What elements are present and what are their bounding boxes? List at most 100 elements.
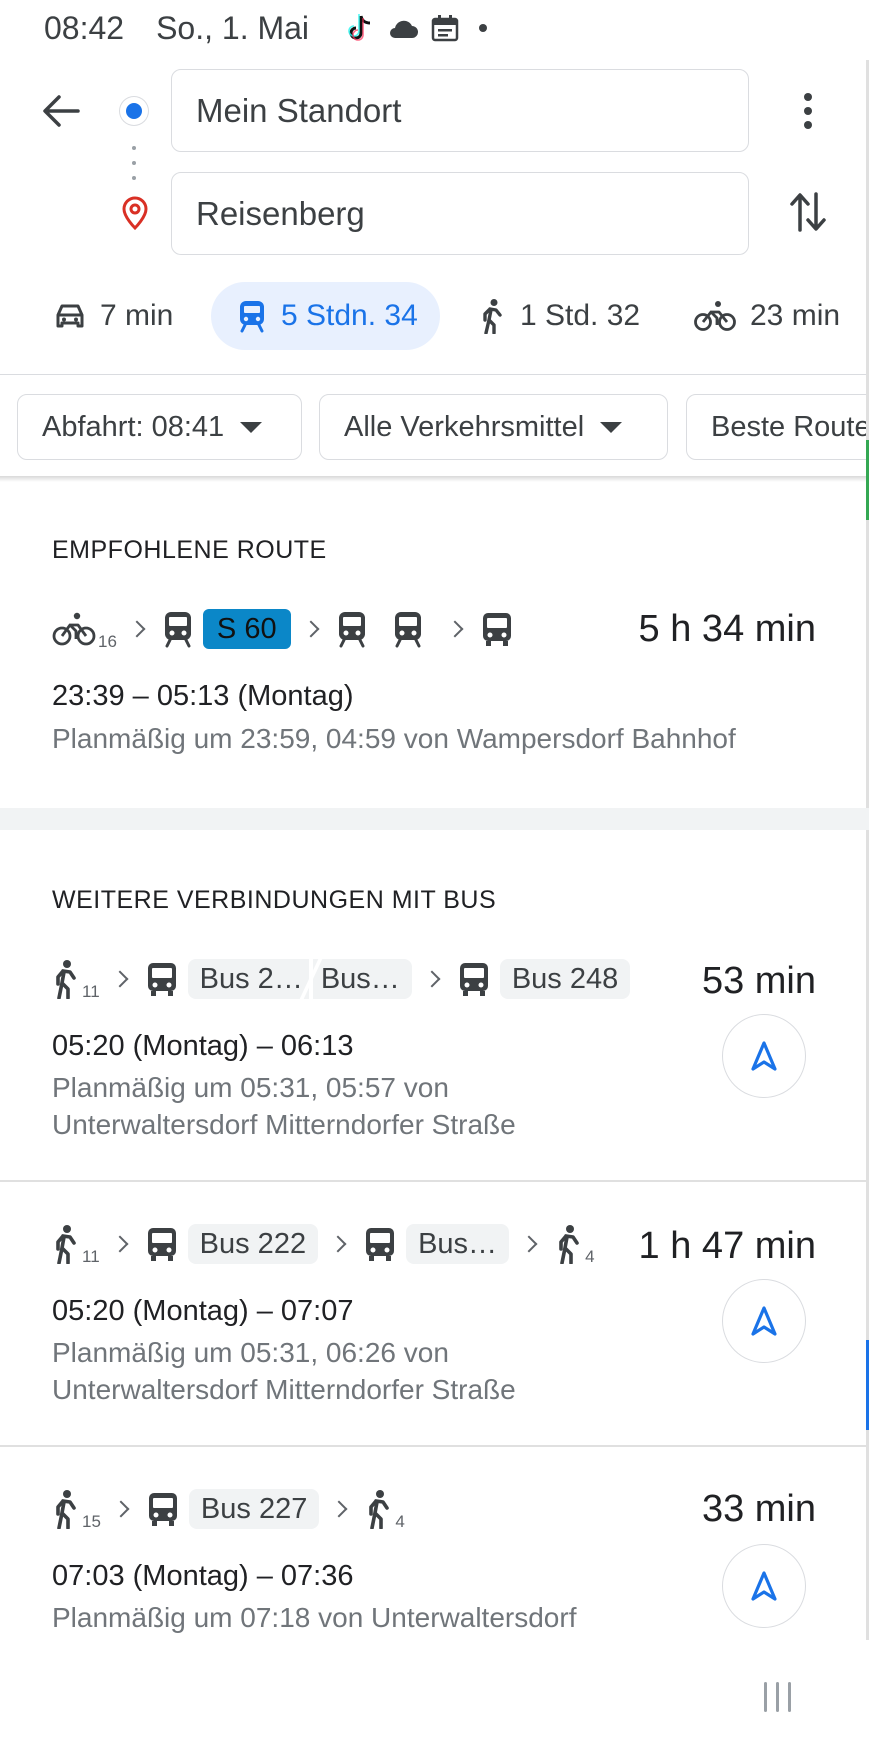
calendar-icon	[431, 15, 459, 42]
tab-bike[interactable]: 23 min	[694, 282, 840, 350]
walk-icon	[56, 1225, 76, 1264]
chevron-right-icon	[112, 1500, 130, 1518]
recommended-route[interactable]: 16 S 60 5 h 34 min 23:39 – 05:13 (Montag…	[0, 604, 869, 774]
cloud-icon	[390, 20, 419, 38]
train-icon	[394, 612, 421, 648]
route-times: 23:39 – 05:13 (Montag)	[52, 680, 354, 712]
car-icon	[56, 304, 84, 328]
train-icon	[338, 612, 365, 648]
status-time: 08:42	[44, 9, 125, 46]
bus-route-3[interactable]: 15 Bus 227 4 33 min 07:03 (Montag) – 07:…	[0, 1484, 869, 1654]
chevron-right-icon	[446, 620, 464, 638]
route-duration: 33 min	[701, 1488, 816, 1530]
route-steps: 11 Bus 222 Bus… 4	[52, 1219, 595, 1269]
tab-transit[interactable]: 5 Stdn. 34	[211, 282, 440, 350]
walk-icon	[56, 960, 76, 999]
status-date: So., 1. Mai	[156, 9, 310, 46]
bus-icon	[366, 1228, 395, 1261]
start-navigation-button[interactable]	[722, 1014, 806, 1098]
bus-route-2[interactable]: 11 Bus 222 Bus… 4 1 h 47 min 05:20 (Mont…	[0, 1219, 869, 1405]
tab-car[interactable]: 7 min	[54, 282, 173, 350]
bus-icon	[147, 963, 176, 996]
route-schedule-line-1: Planmäßig um 05:31, 06:26 von	[52, 1337, 449, 1368]
swap-button[interactable]	[784, 186, 832, 238]
chips-shadow	[0, 476, 869, 482]
route-duration: 5 h 34 min	[638, 608, 816, 650]
bus-icon	[147, 1228, 176, 1261]
walk-icon	[56, 1490, 76, 1529]
line-badge-part: Bus 2…	[187, 959, 309, 999]
recent-apps-button[interactable]	[764, 1682, 791, 1712]
tab-bike-label: 23 min	[750, 299, 841, 332]
departure-chip[interactable]: Abfahrt: 08:41	[17, 394, 302, 460]
navigation-arrow-icon	[751, 1571, 777, 1601]
destination-pin-icon	[122, 196, 148, 230]
divider	[0, 374, 869, 375]
walk-icon	[559, 1225, 579, 1264]
tab-walk[interactable]: 1 Std. 32	[480, 282, 640, 350]
chevron-right-icon	[111, 970, 129, 988]
transport-mode-chip-label: Alle Verkehrsmittel	[344, 410, 585, 443]
transport-mode-chip[interactable]: Alle Verkehrsmittel	[319, 394, 668, 460]
tab-walk-label: 1 Std. 32	[520, 299, 641, 332]
navigation-arrow-icon	[751, 1041, 777, 1071]
departure-chip-label: Abfahrt: 08:41	[42, 410, 225, 443]
sort-chip-label: Beste Route	[711, 410, 869, 443]
swap-vert-icon	[790, 192, 826, 232]
walk-minutes: 11	[82, 982, 100, 1001]
bus-icon	[459, 963, 488, 996]
recommended-heading: EMPFOHLENE ROUTE	[52, 536, 327, 564]
more-connections-heading: WEITERE VERBINDUNGEN MIT BUS	[52, 886, 497, 914]
bus-icon	[482, 613, 511, 646]
route-steps: 15 Bus 227 4	[52, 1484, 405, 1534]
bike-icon	[52, 612, 96, 646]
route-dots	[132, 146, 136, 180]
route-schedule-line-1: Planmäßig um 05:31, 05:57 von	[52, 1072, 449, 1103]
start-navigation-button[interactable]	[722, 1544, 806, 1628]
start-navigation-button[interactable]	[722, 1279, 806, 1363]
destination-input[interactable]: Reisenberg	[171, 172, 749, 255]
walk-minutes: 11	[82, 1247, 100, 1266]
walk-icon	[483, 299, 502, 334]
line-badge-part: Bus…	[312, 959, 412, 999]
arrow-back-icon	[43, 95, 80, 127]
walk-minutes: 4	[585, 1247, 595, 1266]
walk-minutes: 4	[395, 1512, 405, 1531]
travel-mode-tabs: 7 min 5 Stdn. 34 1 Std. 32 23 min	[0, 282, 869, 352]
train-icon	[240, 301, 264, 333]
train-icon	[164, 612, 191, 648]
status-bar: 08:42 So., 1. Mai	[0, 0, 869, 56]
more-vert-icon	[804, 93, 812, 129]
route-times: 05:20 (Montag) – 07:07	[52, 1295, 354, 1327]
sort-chip[interactable]: Beste Route	[686, 394, 869, 460]
route-schedule-line-1: Planmäßig um 07:18 von Unterwaltersdorf	[52, 1602, 577, 1633]
filter-chips: Abfahrt: 08:41 Alle Verkehrsmittel Beste…	[0, 394, 869, 462]
dropdown-caret-icon	[600, 421, 623, 433]
back-button[interactable]	[36, 86, 86, 136]
bike-icon	[694, 301, 736, 331]
chevron-right-icon	[128, 620, 146, 638]
section-separator	[0, 808, 869, 830]
route-times: 05:20 (Montag) – 06:13	[52, 1030, 354, 1062]
bus-route-1[interactable]: 11 Bus 2… Bus… Bus 248 53 min 05:20 (Mon…	[0, 954, 869, 1140]
line-badge-bus-222: Bus 222	[187, 1224, 319, 1264]
notification-dot-icon	[479, 24, 488, 32]
navigation-arrow-icon	[751, 1306, 777, 1336]
bus-icon	[148, 1493, 177, 1526]
route-duration: 53 min	[701, 960, 816, 1002]
route-schedule-line-2: Unterwaltersdorf Mitterndorfer Straße	[52, 1374, 516, 1405]
route-steps: 16 S 60	[52, 604, 513, 654]
route-duration: 1 h 47 min	[638, 1225, 816, 1267]
origin-dot-icon	[120, 97, 148, 125]
line-badge-s60: S 60	[202, 609, 291, 649]
status-icons	[345, 12, 488, 44]
route-times: 07:03 (Montag) – 07:36	[52, 1560, 354, 1592]
row-separator	[0, 1180, 869, 1182]
tab-transit-label: 5 Stdn. 34	[281, 299, 418, 332]
origin-input[interactable]: Mein Standort	[171, 69, 749, 152]
dropdown-caret-icon	[240, 421, 263, 433]
chevron-right-icon	[111, 1235, 129, 1253]
chevron-right-icon	[302, 620, 320, 638]
more-options-button[interactable]	[786, 86, 830, 136]
line-badge-bus: Bus…	[406, 1224, 510, 1264]
